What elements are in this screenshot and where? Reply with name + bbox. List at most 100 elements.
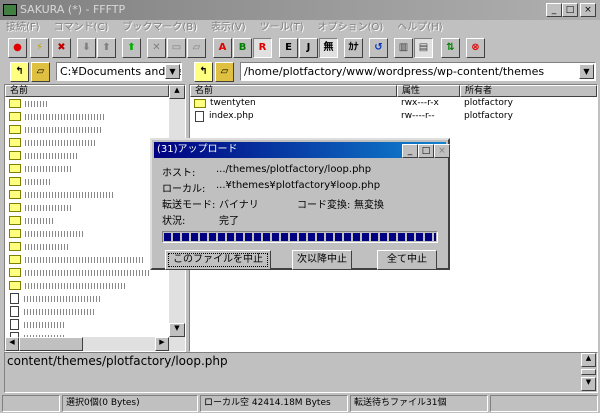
chevron-down-icon[interactable]: ▼	[579, 64, 594, 79]
remote-column-name[interactable]: 名前	[190, 85, 397, 97]
kana-icon[interactable]: ｶﾅ	[344, 38, 363, 58]
minimize-button[interactable]: _	[546, 3, 562, 17]
list-item[interactable]	[5, 175, 169, 188]
menu-command[interactable]: コマンド(C)	[54, 20, 109, 36]
folder-icon	[9, 99, 21, 108]
upload-icon[interactable]: ⬆	[97, 38, 116, 58]
menu-options[interactable]: オプション(O)	[318, 20, 384, 36]
obscured-file-name	[25, 243, 69, 250]
scroll-right-icon[interactable]: ▶	[155, 337, 169, 351]
remote-path-combo[interactable]: /home/plotfactory/www/wordpress/wp-conte…	[240, 62, 596, 81]
list-item[interactable]	[5, 240, 169, 253]
remote-up-folder-icon[interactable]: ↰	[194, 62, 213, 82]
detail-view-icon[interactable]: ▤	[414, 38, 433, 58]
menu-connect[interactable]: 接続(F)	[6, 20, 40, 36]
local-column-name[interactable]: 名前	[5, 85, 169, 97]
menu-bookmark[interactable]: ブックマーク(B)	[122, 20, 197, 36]
list-item[interactable]	[5, 305, 169, 318]
chevron-down-icon[interactable]: ▼	[165, 64, 180, 79]
cancel-following-button[interactable]: 次以降中止	[292, 250, 352, 270]
dialog-minimize-button[interactable]: _	[402, 144, 418, 158]
obscured-file-name	[25, 191, 115, 198]
table-row[interactable]: twentyten rwx---r-x plotfactory	[190, 97, 597, 110]
folder-icon	[9, 203, 21, 212]
log-scroll-down-icon[interactable]: ▼	[581, 377, 596, 391]
scroll-up-icon[interactable]: ▲	[169, 85, 185, 99]
log-area[interactable]: content/themes/plotfactory/loop.php ▲ ▼	[4, 352, 598, 393]
mkdir-icon[interactable]: ▱	[187, 38, 206, 58]
folder-icon	[9, 216, 21, 225]
obscured-file-name	[25, 204, 73, 211]
quick-connect-icon[interactable]: ⚡	[30, 38, 49, 58]
remote-column-owner[interactable]: 所有者	[460, 85, 597, 97]
remote-column-attr[interactable]: 属性	[397, 85, 460, 97]
delete-icon[interactable]: ✕	[147, 38, 166, 58]
auto-mode-icon[interactable]: R	[253, 38, 272, 58]
list-item[interactable]	[5, 97, 169, 110]
list-item[interactable]	[5, 123, 169, 136]
menu-help[interactable]: ヘルプ(H)	[397, 20, 442, 36]
cancel-this-file-button[interactable]: このファイルを中止	[165, 250, 271, 270]
list-item[interactable]	[5, 266, 169, 279]
binary-mode-icon[interactable]: B	[233, 38, 252, 58]
obscured-file-name	[25, 269, 150, 276]
menu-view[interactable]: 表示(V)	[211, 20, 246, 36]
mirror-upload-icon[interactable]: ⬆	[122, 38, 141, 58]
cancel-all-button[interactable]: 全て中止	[377, 250, 437, 270]
folder-icon	[9, 125, 21, 134]
obscured-file-name	[25, 230, 85, 237]
file-icon	[10, 319, 19, 330]
jis-icon[interactable]: J	[299, 38, 318, 58]
list-item[interactable]	[5, 227, 169, 240]
folder-icon	[9, 281, 21, 290]
file-icon	[195, 111, 204, 122]
close-button[interactable]: ×	[580, 3, 596, 17]
file-name: index.php	[209, 111, 254, 121]
no-convert-icon[interactable]: 無	[319, 38, 338, 58]
list-item[interactable]	[5, 149, 169, 162]
list-item[interactable]	[5, 279, 169, 292]
list-item[interactable]	[5, 292, 169, 305]
progress-bar	[162, 231, 438, 243]
log-scroll-up-icon[interactable]: ▲	[581, 353, 596, 367]
app-icon	[3, 4, 17, 16]
sync-folders-icon[interactable]: ⇅	[441, 38, 460, 58]
dialog-close-button[interactable]: ×	[434, 144, 450, 158]
folder-icon	[194, 99, 206, 108]
maximize-button[interactable]: □	[562, 3, 578, 17]
refresh-icon[interactable]: ↺	[369, 38, 388, 58]
remote-open-folder-icon[interactable]: ▱	[215, 62, 234, 82]
connect-icon[interactable]: ●	[8, 38, 27, 58]
table-row[interactable]: index.php rw----r-- plotfactory	[190, 110, 597, 123]
scroll-thumb[interactable]	[19, 337, 83, 351]
list-item[interactable]	[5, 136, 169, 149]
download-icon[interactable]: ⬇	[77, 38, 96, 58]
scroll-down-icon[interactable]: ▼	[169, 323, 185, 337]
euc-icon[interactable]: E	[279, 38, 298, 58]
obscured-file-name	[24, 308, 94, 315]
stop-icon[interactable]: ⊗	[466, 38, 485, 58]
list-item[interactable]	[5, 214, 169, 227]
scroll-left-icon[interactable]: ◀	[5, 337, 19, 351]
list-item[interactable]	[5, 110, 169, 123]
dialog-maximize-button[interactable]: □	[418, 144, 434, 158]
list-item[interactable]	[5, 253, 169, 266]
list-view-icon[interactable]: ▥	[394, 38, 413, 58]
list-item[interactable]	[5, 318, 169, 331]
local-open-folder-icon[interactable]: ▱	[31, 62, 50, 82]
list-item[interactable]	[5, 188, 169, 201]
list-item[interactable]	[5, 201, 169, 214]
file-attr: rw----r--	[401, 111, 435, 121]
log-scroll-thumb[interactable]	[581, 369, 596, 375]
host-label: ホスト:	[162, 168, 196, 179]
local-horizontal-scrollbar[interactable]: ◀ ▶	[5, 337, 185, 351]
local-up-folder-icon[interactable]: ↰	[10, 62, 29, 82]
menu-tools[interactable]: ツール(T)	[260, 20, 304, 36]
rename-icon[interactable]: ▭	[167, 38, 186, 58]
code-label: コード変換:	[297, 200, 351, 211]
list-item[interactable]	[5, 162, 169, 175]
local-path-combo[interactable]: C:¥Documents and Se ▼	[56, 62, 182, 81]
disconnect-icon[interactable]: ✖	[52, 38, 71, 58]
folder-icon	[9, 164, 21, 173]
ascii-mode-icon[interactable]: A	[213, 38, 232, 58]
